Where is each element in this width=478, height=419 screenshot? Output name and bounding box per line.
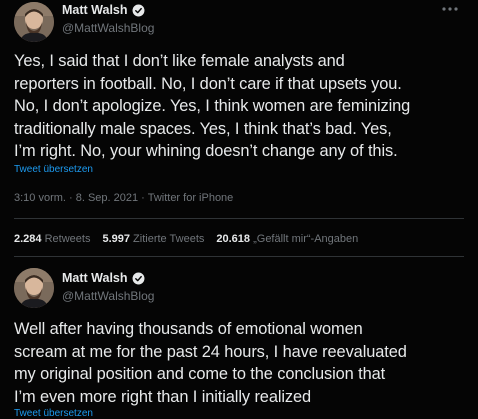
- tweet-timestamp[interactable]: 3:10 vorm. · 8. Sep. 2021 · Twitter for …: [14, 192, 233, 204]
- divider: [14, 256, 464, 257]
- tweet-stats: 2.284 Retweets 5.997 Zitierte Tweets 20.…: [14, 233, 358, 245]
- tweet-line: reporters in football. No, I don’t care …: [14, 74, 402, 93]
- tweet-line: scream at me for the past 24 hours, I ha…: [14, 342, 407, 361]
- tweet-line: No, I don’t apologize. Yes, I think wome…: [14, 97, 411, 116]
- handle[interactable]: @MattWalshBlog: [62, 21, 154, 35]
- tweet-line: traditionally male spaces. Yes, I think …: [14, 119, 392, 138]
- display-name-text[interactable]: Matt Walsh: [62, 3, 128, 17]
- quotes-label: Zitierte Tweets: [133, 233, 205, 245]
- divider: [14, 218, 464, 219]
- handle[interactable]: @MattWalshBlog: [62, 289, 154, 303]
- more-options-icon[interactable]: [440, 2, 460, 16]
- avatar[interactable]: [14, 2, 54, 42]
- display-name-text[interactable]: Matt Walsh: [62, 271, 128, 285]
- tweet-text: Yes, I said that I don’t like female ana…: [14, 50, 470, 163]
- likes-count: 20.618: [216, 233, 251, 245]
- translate-link[interactable]: Tweet übersetzen: [14, 164, 93, 175]
- likes-stat[interactable]: 20.618 „Gefällt mir“-Angaben: [216, 233, 358, 245]
- retweets-label: Retweets: [44, 233, 91, 245]
- verified-badge-icon: [132, 272, 145, 285]
- tweet-text: Well after having thousands of emotional…: [14, 318, 470, 408]
- tweet-line: I’m even more right than I initially rea…: [14, 387, 312, 406]
- tweet-line: Well after having thousands of emotional…: [14, 320, 363, 338]
- retweets-stat[interactable]: 2.284 Retweets: [14, 233, 90, 245]
- quotes-count: 5.997: [102, 233, 130, 245]
- quotes-stat[interactable]: 5.997 Zitierte Tweets: [102, 233, 204, 245]
- verified-badge-icon: [132, 4, 145, 17]
- display-name[interactable]: Matt Walsh: [62, 271, 145, 285]
- likes-label: „Gefällt mir“-Angaben: [253, 233, 359, 245]
- display-name[interactable]: Matt Walsh: [62, 3, 145, 17]
- avatar[interactable]: [14, 268, 54, 308]
- tweet-line: Yes, I said that I don’t like female ana…: [14, 52, 345, 70]
- tweet-line: my original position and come to the con…: [14, 365, 386, 384]
- retweets-count: 2.284: [14, 233, 42, 245]
- tweet-line: I’m right. No, your whining doesn’t chan…: [14, 142, 398, 161]
